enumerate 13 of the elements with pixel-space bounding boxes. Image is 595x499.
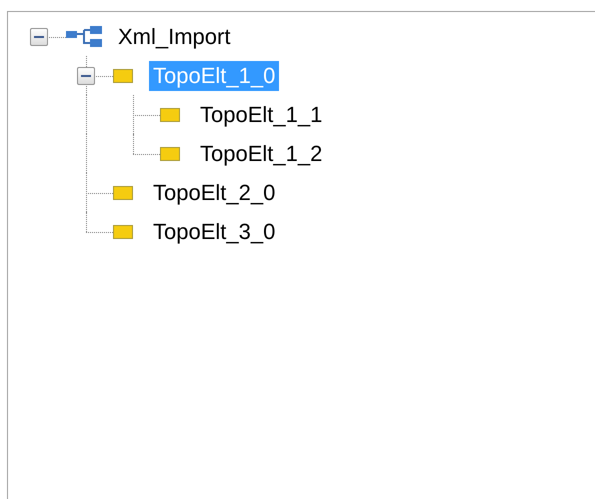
collapse-toggle[interactable] (30, 28, 48, 46)
element-icon (113, 224, 133, 238)
tree-item[interactable]: TopoElt_3_0 (149, 216, 280, 246)
collapse-toggle[interactable] (76, 66, 94, 84)
element-icon (160, 146, 180, 160)
element-icon (160, 108, 180, 122)
hierarchy-icon (66, 26, 102, 48)
tree-item[interactable]: Xml_Import (114, 22, 234, 52)
tree-item[interactable]: TopoElt_2_0 (149, 178, 280, 208)
element-icon (113, 68, 133, 82)
tree-item[interactable]: TopoElt_1_2 (196, 138, 326, 168)
element-icon (113, 186, 133, 200)
tree-item[interactable]: TopoElt_1_1 (196, 100, 326, 130)
